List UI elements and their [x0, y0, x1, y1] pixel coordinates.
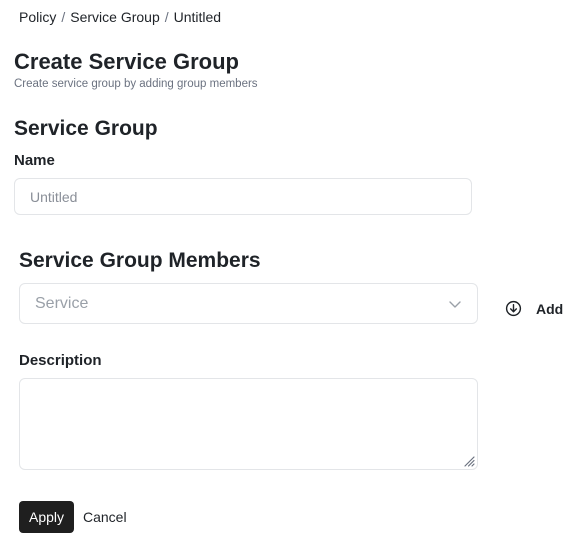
create-service-group-page: Policy / Service Group / Untitled Create…: [0, 0, 574, 550]
breadcrumb-separator: /: [61, 9, 66, 25]
service-select[interactable]: Service: [19, 283, 478, 324]
description-label: Description: [19, 352, 102, 369]
circle-arrow-down-icon: [505, 300, 522, 317]
breadcrumb-item-service-group[interactable]: Service Group: [70, 9, 159, 25]
apply-button[interactable]: Apply: [19, 501, 74, 533]
service-group-members-heading: Service Group Members: [19, 249, 261, 272]
page-subtitle: Create service group by adding group mem…: [14, 78, 258, 90]
description-field-wrapper: [19, 378, 478, 470]
add-button-label: Add: [536, 300, 564, 317]
breadcrumb: Policy / Service Group / Untitled: [19, 9, 221, 25]
breadcrumb-item-current: Untitled: [173, 9, 222, 25]
service-select-placeholder: Service: [35, 294, 89, 312]
add-member-button[interactable]: Add: [505, 300, 563, 317]
service-group-heading: Service Group: [14, 117, 158, 140]
resize-handle-icon[interactable]: [463, 455, 475, 467]
page-title: Create Service Group: [14, 49, 239, 74]
breadcrumb-separator: /: [164, 9, 169, 25]
cancel-button[interactable]: Cancel: [83, 501, 127, 533]
chevron-down-icon: [449, 300, 461, 308]
description-textarea[interactable]: [20, 379, 477, 469]
name-label: Name: [14, 152, 55, 169]
breadcrumb-item-policy[interactable]: Policy: [19, 9, 56, 25]
name-input[interactable]: [14, 178, 472, 215]
